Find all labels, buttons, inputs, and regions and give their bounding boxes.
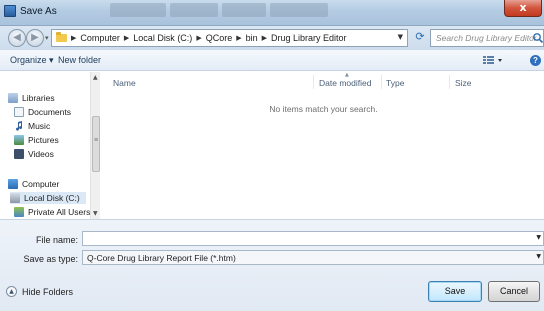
- nav-item-libraries[interactable]: Libraries: [8, 92, 55, 104]
- column-separator[interactable]: [313, 75, 314, 89]
- nav-item-label: Videos: [28, 149, 54, 159]
- ghost-tab: [270, 3, 328, 17]
- folder-icon: [56, 32, 67, 42]
- nav-item-pictures[interactable]: Pictures: [14, 134, 59, 146]
- search-placeholder: Search Drug Library Editor: [436, 33, 537, 43]
- nav-item-label: Computer: [22, 179, 60, 189]
- hide-folders-label: Hide Folders: [22, 286, 74, 297]
- save-as-type-select[interactable]: Q-Core Drug Library Report File (*.htm) …: [82, 250, 544, 265]
- nav-item-label: Documents: [28, 107, 71, 117]
- breadcrumb-item[interactable]: bin: [246, 33, 258, 43]
- change-view-icon[interactable]: [482, 54, 504, 66]
- column-header-date-modified[interactable]: Date modified: [319, 78, 371, 88]
- breadcrumb-item[interactable]: Computer: [80, 33, 120, 43]
- save-as-type-label: Save as type:: [23, 254, 78, 264]
- search-input[interactable]: Search Drug Library Editor: [430, 29, 544, 47]
- scroll-down-icon[interactable]: ▼: [93, 210, 98, 217]
- background-taskbar-ghost: [110, 3, 328, 17]
- column-header-type[interactable]: Type: [386, 78, 404, 88]
- ghost-tab: [110, 3, 166, 17]
- nav-item-label: Pictures: [28, 135, 59, 145]
- close-button[interactable]: x: [504, 0, 542, 17]
- help-icon[interactable]: ?: [530, 55, 541, 66]
- nav-item-private-all-users[interactable]: Private All Users (: [14, 206, 96, 218]
- chevron-down-icon[interactable]: ▼: [536, 234, 541, 241]
- nav-scrollbar[interactable]: ▲ ▼: [90, 72, 100, 219]
- save-as-type-value: Q-Core Drug Library Report File (*.htm): [87, 253, 236, 263]
- disk-icon: [10, 193, 20, 203]
- save-form-panel: File name: ▼ Save as type: Q-Core Drug L…: [0, 219, 544, 311]
- address-row: ◀ ▶ ▾ ▶ Computer ▶ Local Disk (C:) ▶ QCo…: [0, 26, 544, 50]
- nav-item-label: Local Disk (C:): [24, 193, 80, 203]
- column-separator[interactable]: [449, 75, 450, 89]
- nav-item-documents[interactable]: Documents: [14, 106, 71, 118]
- search-icon[interactable]: [532, 32, 544, 44]
- command-bar: Organize ▾ New folder ?: [0, 50, 544, 71]
- nav-item-label: Libraries: [22, 93, 55, 103]
- libraries-icon: [8, 93, 18, 103]
- nav-item-videos[interactable]: Videos: [14, 148, 54, 160]
- file-name-input[interactable]: ▼: [82, 231, 544, 246]
- collapse-up-icon: ▲: [6, 286, 17, 297]
- computer-icon: [8, 179, 18, 189]
- address-dropdown-icon[interactable]: ▼: [398, 33, 403, 41]
- file-name-label: File name:: [35, 235, 78, 245]
- nav-item-music[interactable]: Music: [14, 120, 50, 132]
- forward-arrow-icon[interactable]: ▶: [26, 29, 44, 47]
- chevron-right-icon[interactable]: ▶: [124, 34, 129, 42]
- chevron-right-icon[interactable]: ▶: [262, 34, 267, 42]
- ghost-tab: [222, 3, 266, 17]
- nav-item-label: Music: [28, 121, 51, 131]
- column-header-name[interactable]: Name: [113, 78, 136, 88]
- scroll-up-icon[interactable]: ▲: [93, 74, 98, 81]
- chevron-right-icon[interactable]: ▶: [236, 34, 241, 42]
- column-header-size[interactable]: Size: [455, 78, 472, 88]
- cancel-button[interactable]: Cancel: [488, 281, 540, 302]
- file-list: ▲ Name Date modified Type Size No items …: [103, 72, 544, 219]
- new-folder-button[interactable]: New folder: [58, 55, 101, 65]
- chevron-down-icon[interactable]: ▼: [536, 253, 541, 260]
- refresh-icon[interactable]: ⟳: [413, 30, 427, 44]
- window-title: Save As: [20, 6, 57, 17]
- nav-item-computer[interactable]: Computer: [8, 178, 59, 190]
- title-bar: Save As x: [0, 0, 544, 26]
- music-icon: [14, 121, 24, 131]
- breadcrumb: ▶ Computer ▶ Local Disk (C:) ▶ QCore ▶ b…: [71, 33, 347, 43]
- navigation-pane: Libraries Documents Music Pictures Video…: [0, 72, 102, 219]
- organize-button[interactable]: Organize ▾: [10, 55, 54, 66]
- hide-folders-button[interactable]: ▲ Hide Folders: [6, 286, 73, 297]
- nav-item-local-disk[interactable]: Local Disk (C:): [10, 192, 86, 204]
- empty-state-message: No items match your search.: [269, 104, 378, 114]
- breadcrumb-item[interactable]: QCore: [206, 33, 233, 43]
- scroll-thumb[interactable]: [92, 116, 100, 172]
- save-dialog-icon: [4, 5, 16, 17]
- save-button[interactable]: Save: [428, 281, 482, 302]
- ghost-tab: [170, 3, 218, 17]
- column-separator[interactable]: [381, 75, 382, 89]
- recent-locations-dropdown-icon[interactable]: ▾: [45, 34, 49, 42]
- breadcrumb-item[interactable]: Drug Library Editor: [271, 33, 347, 43]
- pictures-icon: [14, 135, 24, 145]
- network-drive-icon: [14, 207, 24, 217]
- chevron-right-icon[interactable]: ▶: [71, 34, 76, 42]
- documents-icon: [14, 107, 24, 117]
- address-bar[interactable]: ▶ Computer ▶ Local Disk (C:) ▶ QCore ▶ b…: [51, 29, 408, 47]
- chevron-right-icon[interactable]: ▶: [196, 34, 201, 42]
- videos-icon: [14, 149, 24, 159]
- nav-item-label: Private All Users (: [28, 207, 96, 217]
- breadcrumb-item[interactable]: Local Disk (C:): [133, 33, 192, 43]
- back-arrow-icon[interactable]: ◀: [8, 29, 26, 47]
